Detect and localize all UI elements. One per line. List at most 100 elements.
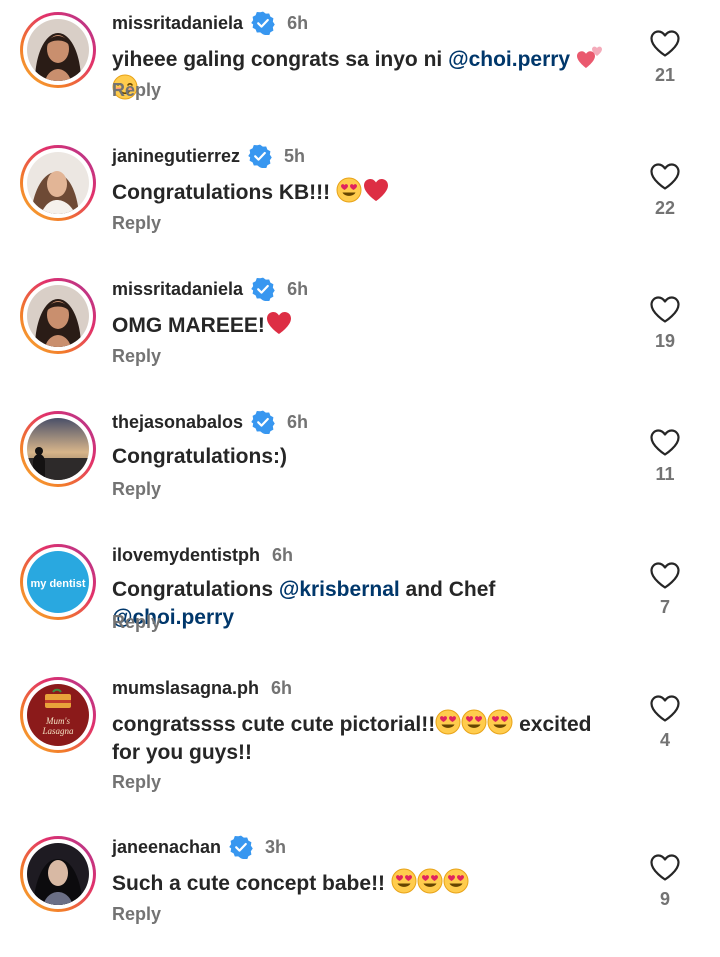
avatar[interactable] bbox=[20, 836, 96, 912]
comment-meta: janinegutierrez 5h bbox=[112, 143, 305, 169]
two-hearts-emoji-icon bbox=[576, 46, 602, 68]
comment-row: my dentist ilovemydentistph 6h Congratulati… bbox=[0, 532, 720, 665]
comment-text: Congratulations:) bbox=[112, 443, 622, 471]
like-count: 7 bbox=[659, 597, 670, 617]
username-link[interactable]: missritadaniela bbox=[112, 279, 243, 300]
comment-meta: missritadaniela 6h bbox=[112, 10, 308, 36]
heart-eyes-emoji-icon bbox=[487, 709, 513, 735]
comment-row: janinegutierrez 5h Congratulations KB!!! R… bbox=[0, 133, 720, 266]
like-count: 4 bbox=[659, 730, 670, 750]
username-link[interactable]: janinegutierrez bbox=[112, 146, 240, 167]
comment-text-segment: Congratulations KB!!! bbox=[112, 181, 336, 204]
svg-text:Lasagna: Lasagna bbox=[41, 726, 74, 736]
woman-portrait-avatar-image bbox=[27, 285, 89, 347]
heart-eyes-emoji-icon bbox=[336, 177, 362, 203]
comment-timestamp: 3h bbox=[265, 836, 287, 857]
comment-text: OMG MAREEE! bbox=[112, 310, 622, 340]
like-button[interactable]: 22 bbox=[646, 163, 684, 219]
red-heart-emoji-icon bbox=[266, 312, 291, 334]
comments-list: missritadaniela 6h yiheee galing congrats … bbox=[0, 0, 720, 956]
mention-link[interactable]: @choi.perry bbox=[448, 48, 570, 71]
reply-button[interactable]: Reply bbox=[112, 772, 161, 793]
comment-text-segment: Congratulations:) bbox=[112, 445, 287, 468]
comment-timestamp: 6h bbox=[271, 677, 293, 698]
comment-timestamp: 6h bbox=[287, 12, 309, 33]
comment-timestamp: 6h bbox=[272, 544, 294, 565]
comment-meta: ilovemydentistph 6h bbox=[112, 542, 293, 568]
verified-badge-icon bbox=[251, 277, 275, 301]
woman-dark-avatar-image bbox=[27, 843, 89, 905]
heart-icon bbox=[650, 562, 680, 589]
comment-text: Congratulations @krisbernal and Chef @ch… bbox=[112, 576, 622, 632]
avatar[interactable]: my dentist bbox=[20, 544, 96, 620]
heart-eyes-emoji-icon bbox=[443, 868, 469, 894]
username-link[interactable]: ilovemydentistph bbox=[112, 545, 260, 566]
reply-button[interactable]: Reply bbox=[112, 612, 161, 633]
like-count: 22 bbox=[654, 198, 676, 218]
comment-meta: janeenachan 3h bbox=[112, 834, 286, 860]
username-link[interactable]: janeenachan bbox=[112, 837, 221, 858]
reply-button[interactable]: Reply bbox=[112, 80, 161, 101]
mention-link[interactable]: @krisbernal bbox=[279, 578, 400, 601]
like-count: 21 bbox=[654, 65, 676, 85]
comment-row: missritadaniela 6h yiheee galing congrats … bbox=[0, 0, 720, 133]
comment-text-segment: and Chef bbox=[399, 578, 496, 601]
like-button[interactable]: 11 bbox=[646, 429, 684, 485]
avatar[interactable] bbox=[20, 411, 96, 487]
comment-row: janeenachan 3h Such a cute concept babe!! … bbox=[0, 824, 720, 957]
username-link[interactable]: thejasonabalos bbox=[112, 412, 243, 433]
heart-eyes-emoji-icon bbox=[461, 709, 487, 735]
comment-text: congratssss cute cute pictorial!! excite… bbox=[112, 709, 622, 767]
comment-row: Mum's Lasagna mumslasagna.ph 6h congratssss … bbox=[0, 665, 720, 798]
woman-light-avatar-image bbox=[27, 152, 89, 214]
comment-timestamp: 6h bbox=[287, 278, 309, 299]
verified-badge-icon bbox=[229, 835, 253, 859]
comment-meta: missritadaniela 6h bbox=[112, 276, 308, 302]
comment-row: thejasonabalos 6h Congratulations:) Reply 11 bbox=[0, 399, 720, 532]
lasagna-logo-avatar-image: Mum's Lasagna bbox=[27, 684, 89, 746]
heart-icon bbox=[650, 30, 680, 57]
heart-eyes-emoji-icon bbox=[391, 868, 417, 894]
avatar[interactable] bbox=[20, 12, 96, 88]
heart-icon bbox=[650, 695, 680, 722]
comment-meta: thejasonabalos 6h bbox=[112, 409, 308, 435]
like-button[interactable]: 21 bbox=[646, 30, 684, 86]
reply-button[interactable]: Reply bbox=[112, 904, 161, 925]
sunset-avatar-image bbox=[27, 418, 89, 480]
comment-text-segment: yiheee galing congrats sa inyo ni bbox=[112, 48, 449, 71]
username-link[interactable]: mumslasagna.ph bbox=[112, 678, 259, 699]
heart-icon bbox=[650, 163, 680, 190]
comment-text: Congratulations KB!!! bbox=[112, 177, 622, 207]
like-button[interactable]: 9 bbox=[646, 854, 684, 910]
comment-text-segment: OMG MAREEE! bbox=[112, 314, 265, 337]
reply-button[interactable]: Reply bbox=[112, 346, 161, 367]
dentist-logo-avatar-image: my dentist bbox=[27, 551, 89, 613]
heart-eyes-emoji-icon bbox=[435, 709, 461, 735]
like-button[interactable]: 19 bbox=[646, 296, 684, 352]
comment-row: missritadaniela 6h OMG MAREEE! Reply 19 bbox=[0, 266, 720, 399]
username-link[interactable]: missritadaniela bbox=[112, 13, 243, 34]
heart-icon bbox=[650, 854, 680, 881]
verified-badge-icon bbox=[251, 11, 275, 35]
avatar[interactable]: Mum's Lasagna bbox=[20, 677, 96, 753]
reply-button[interactable]: Reply bbox=[112, 213, 161, 234]
heart-icon bbox=[650, 429, 680, 456]
verified-badge-icon bbox=[251, 410, 275, 434]
comment-timestamp: 6h bbox=[287, 411, 309, 432]
reply-button[interactable]: Reply bbox=[112, 479, 161, 500]
red-heart-emoji-icon bbox=[363, 179, 388, 201]
comment-text-segment: Congratulations bbox=[112, 578, 279, 601]
verified-badge-icon bbox=[248, 144, 272, 168]
avatar[interactable] bbox=[20, 278, 96, 354]
comment-text: yiheee galing congrats sa inyo ni @choi.… bbox=[112, 44, 622, 104]
comment-text-segment: Such a cute concept babe!! bbox=[112, 872, 391, 895]
heart-icon bbox=[650, 296, 680, 323]
comment-timestamp: 5h bbox=[284, 145, 306, 166]
comment-text-segment: congratssss cute cute pictorial!! bbox=[112, 713, 436, 736]
avatar[interactable] bbox=[20, 145, 96, 221]
comment-meta: mumslasagna.ph 6h bbox=[112, 675, 292, 701]
like-count: 19 bbox=[654, 331, 676, 351]
comment-text: Such a cute concept babe!! bbox=[112, 868, 622, 898]
like-button[interactable]: 7 bbox=[646, 562, 684, 618]
like-button[interactable]: 4 bbox=[646, 695, 684, 751]
